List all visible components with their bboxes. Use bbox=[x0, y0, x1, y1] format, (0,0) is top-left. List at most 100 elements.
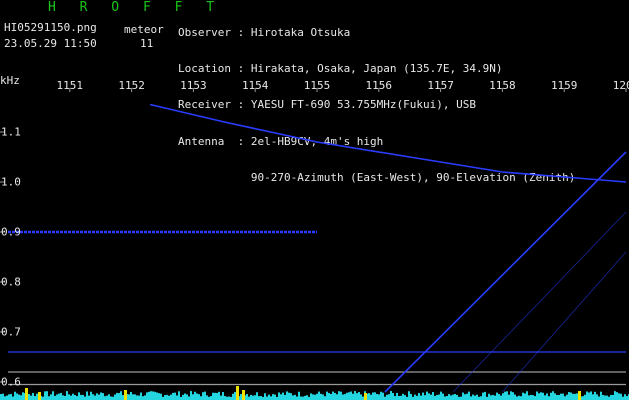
noise-floor-bar bbox=[152, 391, 154, 400]
noise-floor-bar bbox=[256, 392, 258, 400]
noise-floor-bar bbox=[568, 392, 570, 400]
noise-floor-bar bbox=[110, 396, 112, 400]
noise-floor-bar bbox=[396, 392, 398, 400]
noise-floor-bar bbox=[420, 395, 422, 400]
noise-floor-bar bbox=[492, 394, 494, 400]
noise-floor-bar bbox=[604, 395, 606, 400]
noise-floor-bar bbox=[466, 393, 468, 400]
noise-floor-bar bbox=[102, 393, 104, 400]
noise-floor-bar bbox=[482, 392, 484, 400]
noise-floor-bar bbox=[34, 396, 36, 400]
noise-floor-bar bbox=[86, 391, 88, 400]
noise-floor-bar bbox=[598, 396, 600, 400]
noise-floor-bar bbox=[314, 394, 316, 400]
noise-floor-bar bbox=[440, 391, 442, 400]
noise-floor-bar bbox=[374, 392, 376, 400]
noise-floor-bar bbox=[380, 391, 382, 400]
noise-floor-bar bbox=[522, 392, 524, 400]
noise-floor-bar bbox=[428, 393, 430, 400]
noise-floor-bar bbox=[534, 396, 536, 400]
noise-floor-bar bbox=[414, 394, 416, 400]
x-tick-label: 1156 bbox=[365, 79, 393, 92]
noise-floor-bar bbox=[212, 392, 214, 400]
noise-floor-bar bbox=[506, 391, 508, 400]
noise-floor-bar bbox=[562, 393, 564, 400]
noise-floor-bar bbox=[198, 394, 200, 400]
noise-floor-bar bbox=[518, 395, 520, 400]
noise-floor-bar bbox=[594, 391, 596, 400]
x-tick-label: 1155 bbox=[303, 79, 331, 92]
noise-floor-bar bbox=[178, 391, 180, 400]
noise-floor-bar bbox=[52, 391, 54, 400]
noise-floor-bar bbox=[194, 391, 196, 400]
y-tick-label: 0.8 bbox=[1, 275, 21, 289]
noise-floor-bar bbox=[388, 394, 390, 400]
noise-floor-bar bbox=[464, 394, 466, 400]
noise-floor-bar bbox=[498, 394, 500, 400]
noise-floor-bar bbox=[336, 394, 338, 400]
noise-floor-bar bbox=[330, 394, 332, 400]
noise-peak-6 bbox=[578, 391, 581, 400]
noise-floor-bar bbox=[356, 393, 358, 400]
noise-floor-bar bbox=[312, 394, 314, 400]
noise-floor-bar bbox=[442, 393, 444, 400]
noise-floor-bar bbox=[138, 395, 140, 400]
noise-floor-bar bbox=[564, 396, 566, 400]
noise-floor-bar bbox=[410, 393, 412, 400]
noise-floor-bar bbox=[544, 395, 546, 400]
noise-floor-bar bbox=[462, 392, 464, 400]
noise-peak-0 bbox=[25, 388, 28, 400]
noise-floor-bar bbox=[6, 395, 8, 400]
noise-floor-bar bbox=[16, 393, 18, 400]
noise-floor-bar bbox=[350, 391, 352, 400]
noise-floor-bar bbox=[72, 393, 74, 400]
noise-floor-bar bbox=[206, 395, 208, 400]
noise-floor-bar bbox=[20, 395, 22, 400]
noise-floor-bar bbox=[282, 392, 284, 400]
noise-floor-bar bbox=[450, 395, 452, 400]
noise-floor-bar bbox=[432, 392, 434, 400]
noise-floor-bar bbox=[80, 394, 82, 400]
noise-floor-bar bbox=[540, 392, 542, 400]
noise-floor-bar bbox=[354, 391, 356, 400]
noise-floor-bar bbox=[174, 392, 176, 400]
x-tick-label: 1153 bbox=[180, 79, 207, 92]
noise-floor-bar bbox=[334, 392, 336, 400]
noise-floor-bar bbox=[172, 392, 174, 400]
noise-floor-bar bbox=[510, 391, 512, 400]
spectrogram-plot bbox=[0, 88, 629, 400]
noise-floor-bar bbox=[602, 394, 604, 400]
noise-floor-bar bbox=[214, 392, 216, 400]
noise-floor-bar bbox=[426, 391, 428, 400]
noise-floor-bar bbox=[542, 392, 544, 400]
noise-floor-bar bbox=[600, 391, 602, 400]
noise-floor-bar bbox=[342, 394, 344, 400]
noise-floor-bar bbox=[512, 392, 514, 400]
noise-floor-bar bbox=[290, 393, 292, 400]
noise-floor-bar bbox=[596, 394, 598, 400]
noise-floor-bar bbox=[210, 396, 212, 400]
noise-floor-bar bbox=[90, 391, 92, 400]
noise-floor-bar bbox=[48, 396, 50, 400]
noise-floor-bar bbox=[78, 392, 80, 400]
noise-floor-bar bbox=[332, 391, 334, 400]
noise-floor-bar bbox=[382, 392, 384, 400]
noise-floor-bar bbox=[240, 394, 242, 400]
noise-floor-bar bbox=[224, 395, 226, 400]
noise-floor-bar bbox=[316, 393, 318, 400]
noise-floor-bar bbox=[320, 393, 322, 400]
noise-floor-bar bbox=[554, 393, 556, 400]
noise-floor-bar bbox=[58, 393, 60, 400]
noise-floor-bar bbox=[158, 393, 160, 400]
noise-floor-bar bbox=[168, 395, 170, 400]
noise-floor-bar bbox=[614, 391, 616, 400]
noise-floor-bar bbox=[376, 393, 378, 400]
noise-floor-bar bbox=[278, 392, 280, 400]
y-tick-label: 0.7 bbox=[1, 325, 21, 339]
noise-floor-bar bbox=[68, 394, 70, 400]
noise-floor-bar bbox=[402, 393, 404, 400]
noise-floor-bar bbox=[32, 392, 34, 400]
noise-floor-bar bbox=[100, 392, 102, 400]
noise-floor-bar bbox=[592, 394, 594, 400]
noise-floor-bar bbox=[386, 394, 388, 400]
